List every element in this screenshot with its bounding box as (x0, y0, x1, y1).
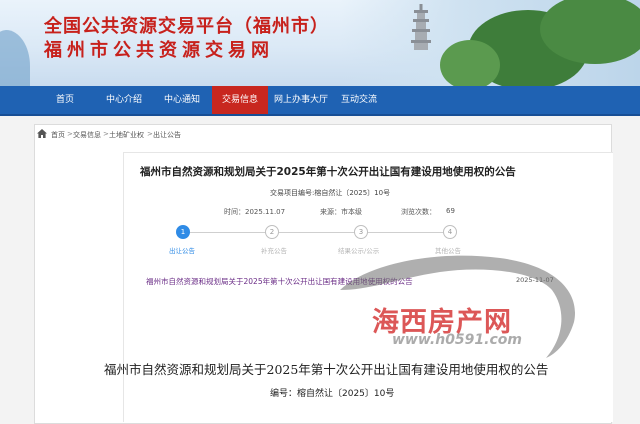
document-body-title: 福州市自然资源和规划局关于2025年第十次公开出让国有建设用地使用权的公告 (104, 362, 549, 377)
steps-connector (183, 232, 451, 233)
nav-item-online-hall[interactable]: 网上办事大厅 (268, 86, 334, 114)
step-1[interactable]: 1 (176, 225, 190, 239)
tree-decoration (440, 40, 500, 86)
views-label: 浏览次数： (401, 208, 436, 216)
step-4[interactable]: 4 (443, 225, 457, 239)
breadcrumb-separator: > (147, 130, 153, 138)
breadcrumb-item-trade-info[interactable]: 交易信息 (73, 130, 101, 140)
step-1-label[interactable]: 出让公告 (169, 245, 195, 255)
views-count: 69 (446, 207, 455, 215)
main-nav: 首页 中心介绍 中心通知 交易信息 网上办事大厅 互动交流 (0, 86, 640, 116)
step-3[interactable]: 3 (354, 225, 368, 239)
site-title: 全国公共资源交易平台（福州市） (44, 16, 329, 37)
nav-item-home[interactable]: 首页 (44, 86, 86, 114)
breadcrumb-item-current: 出让公告 (153, 131, 181, 139)
step-2[interactable]: 2 (265, 225, 279, 239)
breadcrumb-item-home[interactable]: 首页 (51, 130, 65, 140)
announcement-title: 福州市自然资源和规划局关于2025年第十次公开出让国有建设用地使用权的公告 (140, 166, 516, 178)
source: 来源：市本级 (320, 208, 362, 216)
nav-item-interaction[interactable]: 互动交流 (334, 86, 384, 114)
project-code: 交易项目编号:榕自然让〔2025〕10号 (270, 189, 391, 197)
site-subtitle: 福州市公共资源交易网 (44, 40, 274, 61)
nav-item-about[interactable]: 中心介绍 (96, 86, 152, 114)
header-decoration (0, 30, 30, 86)
document-body-code: 编号：榕自然让〔2025〕10号 (270, 389, 395, 399)
breadcrumb-separator: > (103, 130, 109, 138)
breadcrumb-separator: > (67, 130, 73, 138)
home-icon[interactable] (37, 129, 47, 138)
pagoda-icon (410, 4, 432, 50)
nav-item-notices[interactable]: 中心通知 (154, 86, 210, 114)
watermark-url: www.h0591.com (392, 332, 522, 348)
breadcrumb: 首页 > 交易信息 > 土地矿业权 > 出让公告 (35, 125, 611, 143)
breadcrumb-item-land[interactable]: 土地矿业权 (109, 130, 144, 140)
nav-item-trade-info[interactable]: 交易信息 (212, 86, 268, 114)
site-header: 全国公共资源交易平台（福州市） 福州市公共资源交易网 (0, 0, 640, 86)
step-2-label[interactable]: 补充公告 (261, 245, 287, 255)
publish-time: 时间：2025.11.07 (224, 208, 286, 216)
